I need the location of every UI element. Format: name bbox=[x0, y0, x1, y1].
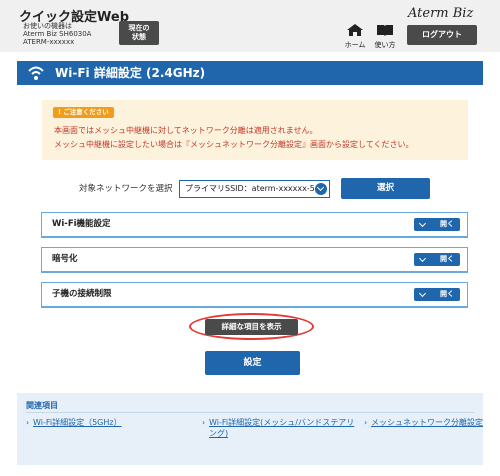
section-label: 暗号化 bbox=[52, 254, 78, 264]
show-details-button[interactable]: 詳細な項目を表示 bbox=[205, 319, 298, 335]
manual-nav-button[interactable]: 使い方 bbox=[372, 24, 398, 50]
chevron-down-icon bbox=[315, 183, 327, 195]
open-button-label: 開く bbox=[440, 220, 454, 228]
network-select-label: 対象ネットワークを選択 bbox=[79, 184, 173, 194]
section-label: 子機の接続制限 bbox=[52, 289, 112, 299]
book-icon bbox=[377, 25, 393, 36]
open-button-label: 開く bbox=[440, 290, 454, 298]
manual-label: 使い方 bbox=[374, 41, 396, 49]
status-button-line1: 現在の bbox=[128, 24, 150, 32]
save-button[interactable]: 設定 bbox=[205, 351, 300, 375]
chevron-down-icon bbox=[418, 254, 427, 263]
section-client-restriction[interactable]: 子機の接続制限 開く bbox=[41, 282, 468, 307]
related-link-mesh-network-isolation[interactable]: メッシュネットワーク分離設定 bbox=[364, 417, 483, 428]
device-model: Aterm Biz SH6030A bbox=[23, 30, 92, 38]
chevron-down-icon bbox=[418, 289, 427, 298]
chevron-down-icon bbox=[418, 219, 427, 228]
home-label: ホーム bbox=[344, 41, 366, 49]
section-encryption[interactable]: 暗号化 開く bbox=[41, 247, 468, 272]
home-nav-button[interactable]: ホーム bbox=[343, 24, 367, 50]
header-bar: クイック設定Web お使いの機器は Aterm Biz SH6030A ATER… bbox=[0, 0, 500, 52]
related-links-panel: 関連項目 Wi-Fi詳細設定（5GHz） Wi-Fi詳細設定(メッシュ/バンドス… bbox=[17, 393, 483, 465]
notice-text-1: 本画面ではメッシュ中継機に対してネットワーク分離は適用されません。 bbox=[54, 126, 318, 135]
divider bbox=[26, 412, 474, 413]
home-icon bbox=[347, 24, 363, 36]
select-button[interactable]: 選択 bbox=[341, 178, 430, 199]
notice-badge: ! ご注意ください bbox=[53, 107, 114, 118]
notice-badge-label: ご注意ください bbox=[63, 108, 109, 116]
notice-box: ! ご注意ください 本画面ではメッシュ中継機に対してネットワーク分離は適用されま… bbox=[42, 100, 468, 160]
current-status-button[interactable]: 現在の 状態 bbox=[119, 21, 159, 45]
network-select[interactable]: プライマリSSID：aterm-xxxxxx-5p bbox=[179, 180, 330, 198]
open-button[interactable]: 開く bbox=[414, 288, 460, 301]
open-button[interactable]: 開く bbox=[414, 218, 460, 231]
device-name: ATERM-xxxxxx bbox=[23, 38, 75, 46]
related-link-wifi-5ghz[interactable]: Wi-Fi詳細設定（5GHz） bbox=[26, 417, 122, 428]
related-link-mesh-band-steering[interactable]: Wi-Fi詳細設定(メッシュ/バンドステアリング) bbox=[202, 417, 359, 439]
logout-button[interactable]: ログアウト bbox=[407, 25, 477, 45]
section-label: Wi-Fi機能設定 bbox=[52, 219, 111, 229]
open-button[interactable]: 開く bbox=[414, 253, 460, 266]
network-select-value: プライマリSSID：aterm-xxxxxx-5p bbox=[185, 184, 320, 193]
page-title-bar: Wi-Fi 詳細設定 (2.4GHz) bbox=[17, 61, 483, 85]
wifi-icon bbox=[28, 66, 44, 80]
open-button-label: 開く bbox=[440, 255, 454, 263]
device-caption: お使いの機器は bbox=[23, 22, 72, 30]
page-title: Wi-Fi 詳細設定 (2.4GHz) bbox=[55, 66, 206, 80]
notice-text-2: メッシュ中継機に設定したい場合は『メッシュネットワーク分離設定』画面から設定して… bbox=[54, 140, 414, 149]
section-wifi-function[interactable]: Wi-Fi機能設定 開く bbox=[41, 212, 468, 237]
brand-logo: Aterm Biz bbox=[408, 6, 474, 21]
status-button-line2: 状態 bbox=[132, 33, 146, 41]
warning-icon: ! bbox=[58, 108, 61, 116]
related-heading: 関連項目 bbox=[26, 401, 58, 410]
